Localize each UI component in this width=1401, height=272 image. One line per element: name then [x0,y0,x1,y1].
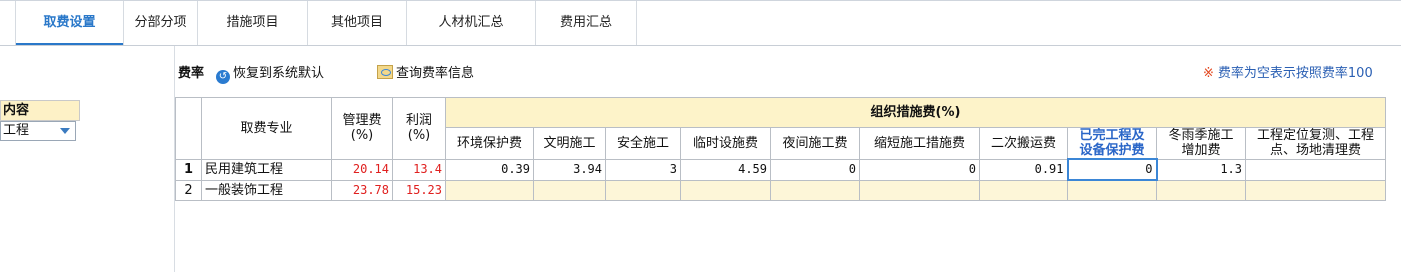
search-document-icon [377,65,393,79]
rate-cell[interactable]: 1.3 [1156,158,1246,181]
rate-cell[interactable] [770,179,860,201]
profit-header-line1: 利润 [405,113,432,129]
left-panel: 内容 工程 [0,46,175,272]
rate-cell[interactable] [1245,179,1386,201]
content-column-header: 内容 [0,100,80,121]
rate-cell[interactable]: 0.39 [445,158,534,181]
rate-cell[interactable] [605,179,681,201]
col-header-completed-work-protection: 已完工程及 设备保护费 [1067,127,1157,160]
tab-bar-bottom-border [0,45,1401,46]
col-header-line1: 二次搬运费 [990,135,1056,151]
row-number: 1 [175,158,202,181]
col-header-line1: 缩短施工措施费 [873,135,965,151]
col-header-temp-facilities: 临时设施费 [680,127,771,160]
col-header-line1: 夜间施工费 [782,135,848,151]
col-header-line2: 增加费 [1181,143,1221,159]
profit-cell[interactable]: 15.23 [392,179,446,201]
rate-cell[interactable] [859,179,980,201]
rate-cell-selected[interactable]: 0 [1066,158,1158,181]
row-number: 2 [175,179,202,201]
rate-cell[interactable] [680,179,771,201]
rate-cell[interactable]: 0 [859,158,980,181]
rate-cell[interactable]: 4.59 [680,158,771,181]
tab-divisions[interactable]: 分部分项 [124,1,198,45]
org-measures-group-header: 组织措施费(%) [445,97,1386,128]
restore-default-label: 恢复到系统默认 [233,66,325,81]
col-header-line1: 文明施工 [543,135,596,151]
col-header-schedule-shortening: 缩短施工措施费 [859,127,980,160]
project-select-value: 工程 [3,123,30,138]
note-mark: ※ [1203,66,1214,81]
rate-cell[interactable] [533,179,606,201]
specialty-cell[interactable]: 一般装饰工程 [201,179,332,201]
tab-fee-settings[interactable]: 取费设置 [16,1,124,46]
rate-cell[interactable]: 0.91 [979,158,1068,181]
col-header-line1: 安全施工 [616,135,669,151]
rate-cell[interactable] [1156,179,1246,201]
specialty-cell[interactable]: 民用建筑工程 [201,158,332,181]
tab-measures[interactable]: 措施项目 [198,1,308,45]
rate-note: ※ 费率为空表示按照费率100 [1203,63,1373,85]
tab-bar: 取费设置 分部分项 措施项目 其他项目 人材机汇总 费用汇总 [0,0,1401,46]
mgmt-fee-cell[interactable]: 23.78 [331,179,393,201]
project-select[interactable]: 工程 [0,121,76,141]
col-header-night-work: 夜间施工费 [770,127,860,160]
rate-cell[interactable] [979,179,1068,201]
query-rate-info-label: 查询费率信息 [396,66,475,81]
mgmt-fee-header-line1: 管理费 [342,113,382,129]
profit-header: 利润 (%) [392,97,446,160]
profit-cell[interactable]: 13.4 [392,158,446,181]
profit-header-line2: (%) [407,128,431,144]
rate-cell[interactable]: 3 [605,158,681,181]
col-header-winter-rain: 冬雨季施工 增加费 [1156,127,1246,160]
col-header-line1: 临时设施费 [692,135,758,151]
table-row[interactable]: 2 一般装饰工程 23.78 15.23 [175,179,1386,201]
table-row[interactable]: 1 民用建筑工程 20.14 13.4 0.39 3.94 3 4.59 0 0… [175,158,1386,181]
col-header-line1: 环境保护费 [456,135,522,151]
note-text: 费率为空表示按照费率100 [1217,66,1373,81]
specialty-header: 取费专业 [201,97,332,160]
col-header-positioning-survey: 工程定位复测、工程 点、场地清理费 [1245,127,1386,160]
query-rate-info-button[interactable]: 查询费率信息 [377,63,474,85]
rate-cell[interactable] [445,179,534,201]
row-number-header [175,97,202,160]
col-header-line1: 冬雨季施工 [1168,128,1234,144]
col-header-safe-construction: 安全施工 [605,127,681,160]
chevron-down-icon[interactable] [60,128,70,134]
rate-cell[interactable]: 0 [770,158,860,181]
rate-cell[interactable] [1067,179,1157,201]
col-header-line2: 设备保护费 [1079,143,1145,158]
mgmt-fee-header: 管理费 (%) [331,97,393,160]
tab-labor-material-summary[interactable]: 人材机汇总 [407,1,536,45]
mgmt-fee-header-line2: (%) [350,128,374,144]
col-header-secondary-transport: 二次搬运费 [979,127,1068,160]
col-header-line1: 工程定位复测、工程 [1256,128,1374,144]
restore-icon: ↺ [216,70,230,84]
fee-rate-label: 费率 [178,66,205,81]
tab-other-items[interactable]: 其他项目 [308,1,407,45]
tab-cost-summary[interactable]: 费用汇总 [536,1,637,45]
rate-cell[interactable] [1245,158,1386,181]
restore-default-button[interactable]: ↺ 恢复到系统默认 [216,63,324,85]
rate-cell[interactable]: 3.94 [533,158,606,181]
col-header-civilized-construction: 文明施工 [533,127,606,160]
col-header-line2: 点、场地清理费 [1269,143,1361,159]
col-header-line1: 已完工程及 [1079,128,1145,143]
tab-bar-lead [0,1,16,45]
mgmt-fee-cell[interactable]: 20.14 [331,158,393,181]
fee-rate-grid: 取费专业 管理费 (%) 利润 (%) 组织措施费(%) 环境保护费 文明施工 … [175,97,1386,201]
col-header-env-protection: 环境保护费 [445,127,534,160]
